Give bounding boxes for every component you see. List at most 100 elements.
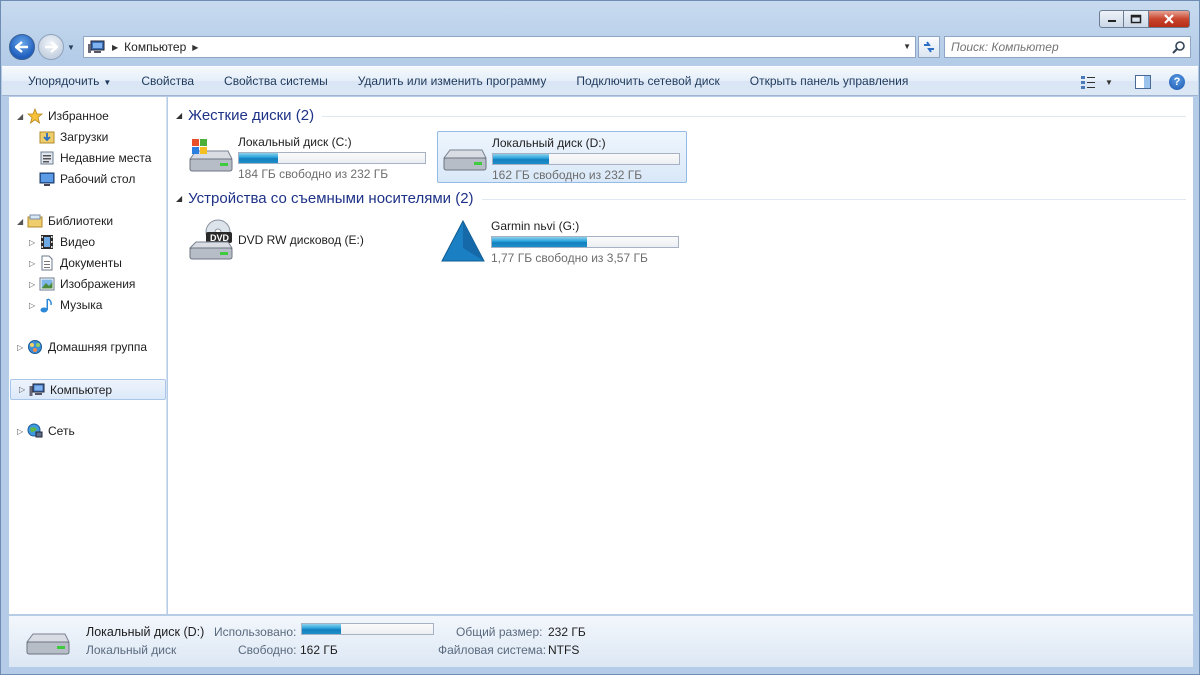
drive-d-usage-fill <box>493 154 549 164</box>
nav-homegroup[interactable]: ▷ Домашняя группа <box>9 337 147 357</box>
change-view-button[interactable] <box>1080 73 1098 91</box>
details-pane: Локальный диск (D:) Локальный диск Испол… <box>9 615 1193 667</box>
expand-icon[interactable]: ▷ <box>19 385 29 394</box>
nav-network-label: Сеть <box>48 424 75 438</box>
drive-d[interactable]: Локальный диск (D:) 162 ГБ свободно из 2… <box>437 131 687 183</box>
chevron-down-icon: ▼ <box>103 78 112 87</box>
organize-button[interactable]: Упорядочить ▼ <box>28 74 111 88</box>
expand-icon[interactable]: ▷ <box>17 343 27 352</box>
nav-computer[interactable]: ▷ Компьютер <box>10 379 166 400</box>
nav-video[interactable]: ▷ Видео <box>29 232 95 252</box>
recent-places-icon <box>40 151 54 165</box>
nav-desktop[interactable]: Рабочий стол <box>29 169 135 189</box>
nav-recent-label: Недавние места <box>60 151 152 165</box>
minimize-button[interactable] <box>1099 10 1124 28</box>
computer-icon <box>29 383 45 396</box>
music-note-icon <box>40 298 52 313</box>
drive-d-name: Локальный диск (D:) <box>492 136 606 150</box>
garmin-triangle-icon <box>441 219 485 262</box>
breadcrumb-separator[interactable]: ▶ <box>112 43 118 52</box>
drive-g[interactable]: Garmin nьvi (G:) 1,77 ГБ свободно из 3,5… <box>437 215 687 267</box>
system-properties-button[interactable]: Свойства системы <box>224 74 328 88</box>
open-control-panel-button[interactable]: Открыть панель управления <box>750 74 909 88</box>
details-used-label: Использовано: <box>214 625 297 639</box>
recent-pages-dropdown[interactable]: ▼ <box>65 43 77 52</box>
organize-label: Упорядочить <box>28 74 100 88</box>
expand-icon[interactable]: ▷ <box>17 427 27 436</box>
properties-button[interactable]: Свойства <box>141 74 194 88</box>
nav-network[interactable]: ▷ Сеть <box>9 421 75 441</box>
nav-homegroup-label: Домашняя группа <box>48 340 148 354</box>
group-removable[interactable]: ◢ Устройства со съемными носителями (2) <box>176 190 1186 207</box>
view-icon <box>1081 76 1095 89</box>
content-pane: ◢ Жесткие диски (2) Локальный диск (C:) … <box>168 97 1193 614</box>
libraries-icon <box>27 214 43 228</box>
drive-e[interactable]: DVD DVD RW дисковод (E:) <box>184 215 434 267</box>
breadcrumb-computer[interactable]: Компьютер <box>124 40 186 54</box>
nav-libraries[interactable]: ◢ Библиотеки <box>9 211 113 231</box>
close-icon <box>1164 14 1174 24</box>
drive-g-usage-fill <box>492 237 587 247</box>
nav-music[interactable]: ▷ Музыка <box>29 295 102 315</box>
expand-icon[interactable]: ▷ <box>29 259 39 268</box>
map-network-drive-button[interactable]: Подключить сетевой диск <box>576 74 719 88</box>
homegroup-icon <box>28 340 42 354</box>
back-button[interactable] <box>9 34 35 60</box>
drive-c[interactable]: Локальный диск (C:) 184 ГБ свободно из 2… <box>184 131 434 183</box>
close-button[interactable] <box>1148 10 1190 28</box>
drive-c-free-space: 184 ГБ свободно из 232 ГБ <box>238 167 389 181</box>
details-free-value: 162 ГБ <box>300 643 338 657</box>
nav-downloads-label: Загрузки <box>60 130 109 144</box>
refresh-button[interactable] <box>918 36 940 58</box>
collapse-icon[interactable]: ◢ <box>176 194 182 203</box>
desktop-icon <box>39 172 55 186</box>
documents-icon <box>41 255 53 271</box>
nav-recent-places[interactable]: Недавние места <box>29 148 151 168</box>
collapse-icon[interactable]: ◢ <box>17 217 27 226</box>
group-hard-drives-title: Жесткие диски (2) <box>188 107 315 124</box>
details-total-value: 232 ГБ <box>548 625 586 639</box>
expand-icon[interactable]: ▷ <box>29 238 39 247</box>
help-button[interactable]: ? <box>1168 73 1186 91</box>
expand-icon[interactable]: ▷ <box>29 301 39 310</box>
drive-c-usage-bar <box>238 152 426 164</box>
maximize-button[interactable] <box>1124 10 1148 28</box>
preview-pane-button[interactable] <box>1134 73 1152 91</box>
details-total-label: Общий размер: <box>456 625 543 639</box>
address-bar[interactable]: ▶ Компьютер ▶ ▼ <box>83 36 916 58</box>
downloads-folder-icon <box>39 131 55 144</box>
minimize-icon <box>1107 20 1116 22</box>
preview-pane-icon <box>1135 75 1151 89</box>
expand-icon[interactable]: ▷ <box>29 280 39 289</box>
group-hard-drives[interactable]: ◢ Жесткие диски (2) <box>176 107 1186 124</box>
nav-computer-label: Компьютер <box>50 382 113 397</box>
nav-video-label: Видео <box>60 235 96 249</box>
nav-favorites[interactable]: ◢ Избранное <box>9 106 109 126</box>
uninstall-program-button[interactable]: Удалить или изменить программу <box>358 74 547 88</box>
nav-images[interactable]: ▷ Изображения <box>29 274 135 294</box>
forward-button[interactable] <box>38 34 64 60</box>
nav-desktop-label: Рабочий стол <box>60 172 136 186</box>
details-drive-name: Локальный диск (D:) <box>86 625 205 639</box>
dvd-drive-icon: DVD <box>188 219 233 260</box>
nav-music-label: Музыка <box>60 298 103 312</box>
computer-icon <box>88 40 105 53</box>
collapse-icon[interactable]: ◢ <box>176 111 182 120</box>
search-input[interactable] <box>951 40 1151 54</box>
view-controls: ▼ ? <box>1068 73 1186 91</box>
details-drive-type: Локальный диск <box>86 643 177 657</box>
address-dropdown[interactable]: ▼ <box>903 42 911 51</box>
nav-documents[interactable]: ▷ Документы <box>29 253 122 273</box>
command-bar: Упорядочить ▼ Свойства Свойства системы У… <box>2 66 1198 96</box>
hard-drive-icon <box>443 149 487 171</box>
collapse-icon[interactable]: ◢ <box>17 112 27 121</box>
search-icon[interactable] <box>1172 40 1186 54</box>
system-drive-icon <box>189 139 233 172</box>
drive-g-free-space: 1,77 ГБ свободно из 3,57 ГБ <box>491 251 648 265</box>
search-box[interactable] <box>944 36 1191 58</box>
breadcrumb-separator[interactable]: ▶ <box>192 43 198 52</box>
drive-g-usage-bar <box>491 236 679 248</box>
forward-arrow-icon <box>45 41 58 53</box>
view-dropdown[interactable]: ▼ <box>1100 73 1118 91</box>
nav-downloads[interactable]: Загрузки <box>29 127 108 147</box>
